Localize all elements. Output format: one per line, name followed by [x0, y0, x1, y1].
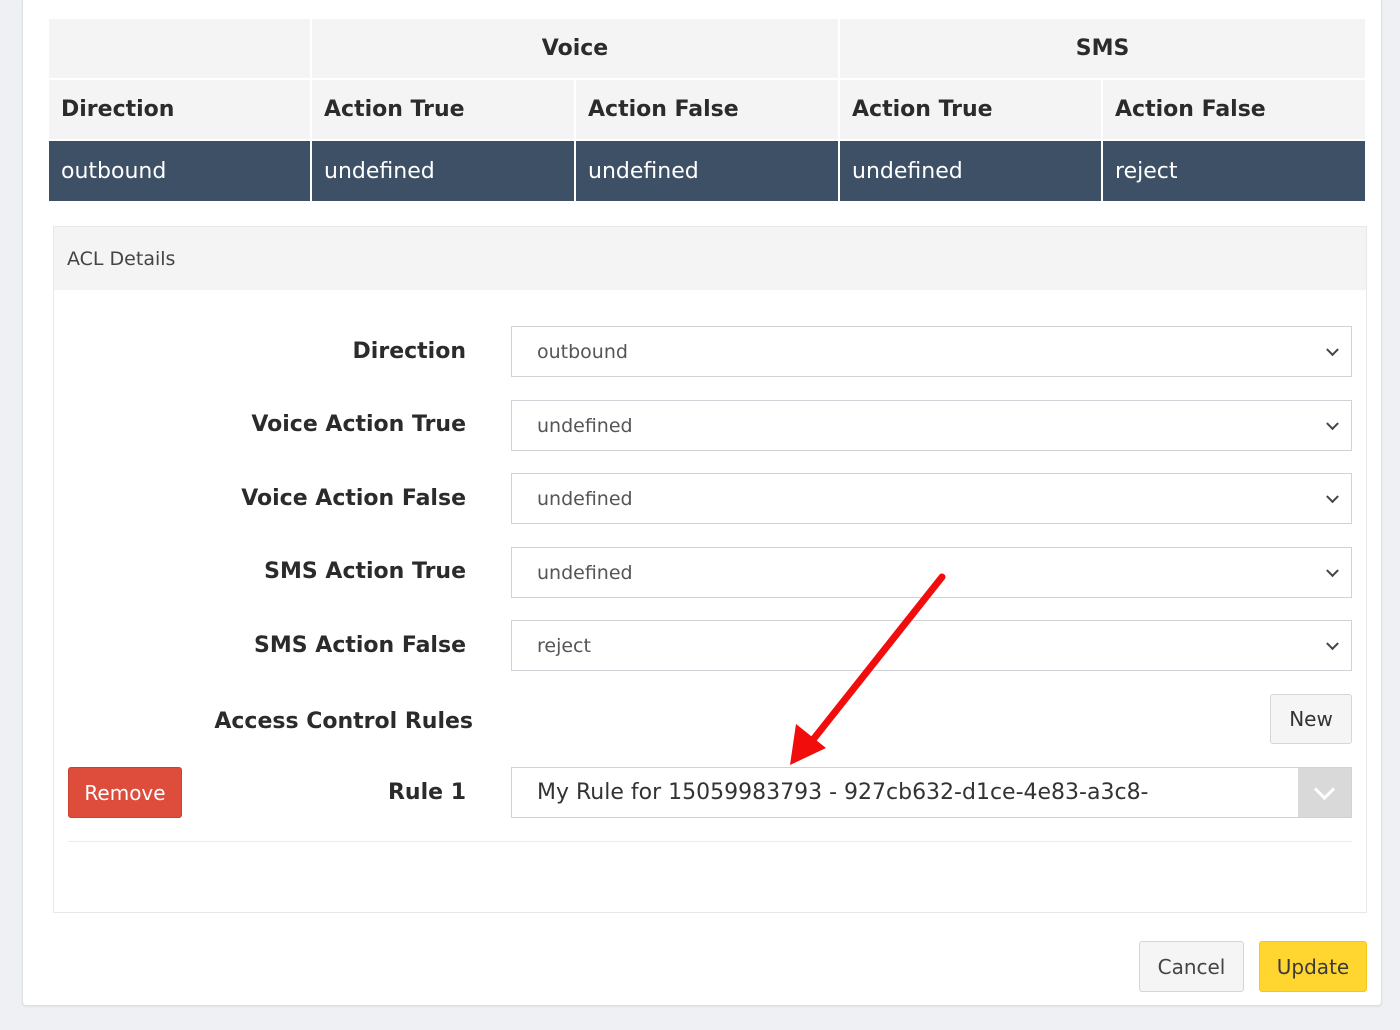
- access-control-rules-label: Access Control Rules: [214, 709, 473, 734]
- chevron-down-icon: [1326, 416, 1339, 430]
- cancel-button[interactable]: Cancel: [1139, 941, 1244, 992]
- direction-select[interactable]: outbound: [511, 326, 1352, 377]
- chevron-down-icon: [1326, 342, 1339, 356]
- chevron-down-icon: [1313, 778, 1336, 801]
- group-header-sms: SMS: [838, 17, 1368, 80]
- direction-value: outbound: [537, 340, 628, 363]
- rule-1-label: Rule 1: [387, 780, 466, 805]
- voice-action-true-label: Voice Action True: [251, 412, 466, 437]
- chevron-down-icon: [1326, 489, 1339, 503]
- panel-title: ACL Details: [54, 227, 1366, 290]
- sms-action-false-select[interactable]: reject: [511, 620, 1352, 671]
- rules-divider: [68, 841, 1352, 842]
- sms-action-true-value: undefined: [537, 561, 633, 584]
- acl-summary-table: Voice SMS Direction Action True Action F…: [47, 17, 1368, 203]
- column-header-voice-action-false: Action False: [573, 78, 841, 141]
- remove-rule-button[interactable]: Remove: [68, 767, 182, 818]
- sms-action-true-label: SMS Action True: [264, 559, 466, 584]
- cell-direction: outbound: [47, 139, 312, 203]
- voice-action-true-select[interactable]: undefined: [511, 400, 1352, 451]
- rule-1-select[interactable]: My Rule for 15059983793 - 927cb632-d1ce-…: [511, 767, 1352, 818]
- direction-label: Direction: [352, 339, 466, 364]
- column-header-direction: Direction: [47, 78, 312, 141]
- voice-action-true-value: undefined: [537, 414, 633, 437]
- column-header-sms-action-true: Action True: [838, 78, 1104, 141]
- voice-action-false-label: Voice Action False: [241, 486, 466, 511]
- table-column-header-row: Direction Action True Action False Actio…: [47, 78, 1368, 141]
- new-rule-button[interactable]: New: [1270, 694, 1352, 744]
- cell-sms-action-false: reject: [1101, 139, 1368, 203]
- group-header-voice: Voice: [309, 17, 841, 80]
- group-header-empty: [47, 17, 312, 80]
- cell-voice-action-false: undefined: [573, 139, 841, 203]
- rule-1-value: My Rule for 15059983793 - 927cb632-d1ce-…: [537, 780, 1149, 805]
- sms-action-true-select[interactable]: undefined: [511, 547, 1352, 598]
- voice-action-false-value: undefined: [537, 487, 633, 510]
- sms-action-false-label: SMS Action False: [254, 633, 466, 658]
- cell-sms-action-true: undefined: [838, 139, 1104, 203]
- column-header-sms-action-false: Action False: [1101, 78, 1368, 141]
- sms-action-false-value: reject: [537, 634, 591, 657]
- table-group-header-row: Voice SMS: [47, 17, 1368, 80]
- cell-voice-action-true: undefined: [310, 139, 576, 203]
- dropdown-toggle[interactable]: [1298, 768, 1351, 817]
- table-row[interactable]: outbound undefined undefined undefined r…: [47, 139, 1368, 203]
- update-button[interactable]: Update: [1259, 941, 1367, 992]
- chevron-down-icon: [1326, 636, 1339, 650]
- column-header-voice-action-true: Action True: [310, 78, 576, 141]
- voice-action-false-select[interactable]: undefined: [511, 473, 1352, 524]
- chevron-down-icon: [1326, 563, 1339, 577]
